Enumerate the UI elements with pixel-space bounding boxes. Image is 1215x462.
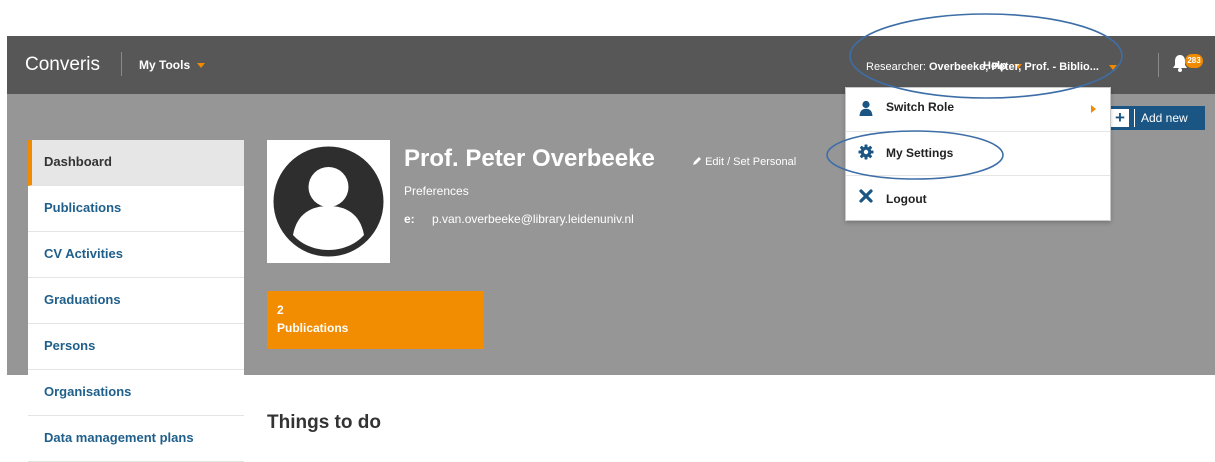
sidebar-item-persons[interactable]: Persons	[28, 324, 244, 370]
notification-badge[interactable]: 283	[1185, 54, 1203, 68]
publications-tile[interactable]: 2 Publications	[267, 291, 484, 349]
menu-item-my-settings[interactable]: My Settings	[846, 132, 1110, 176]
edit-personal-label: Edit / Set Personal	[705, 156, 797, 168]
header-divider	[1158, 53, 1159, 77]
pencil-icon	[693, 157, 701, 165]
app-logo[interactable]: Converis	[25, 54, 100, 76]
sidebar-item-cv-activities[interactable]: CV Activities	[28, 232, 244, 278]
publications-tile-label: Publications	[277, 321, 349, 335]
my-tools-label: My Tools	[139, 58, 191, 72]
role-menu-toggle[interactable]: Researcher: Overbeeke, Peter, Prof. - Bi…	[866, 61, 1117, 73]
gear-icon	[858, 144, 874, 160]
user-avatar-icon	[273, 146, 384, 257]
things-to-do-heading: Things to do	[267, 412, 381, 433]
chevron-down-icon	[197, 63, 206, 69]
researcher-prefix: Researcher:	[866, 61, 926, 73]
user-icon	[859, 100, 873, 116]
email-value[interactable]: p.van.overbeeke@library.leidenuniv.nl	[432, 212, 634, 226]
role-dropdown-menu: Switch Role My Settings Logout	[845, 87, 1111, 221]
brand-divider	[121, 52, 122, 76]
sidebar-item-dashboard[interactable]: Dashboard	[28, 140, 244, 186]
sidebar-item-graduations[interactable]: Graduations	[28, 278, 244, 324]
switch-role-label: Switch Role	[886, 100, 955, 114]
plus-icon: +	[1111, 109, 1129, 127]
menu-item-switch-role[interactable]: Switch Role	[846, 88, 1110, 132]
preferences-link[interactable]: Preferences	[404, 184, 469, 198]
researcher-name: Overbeeke, Peter, Prof. - Biblio...	[928, 61, 1099, 73]
sidebar-item-data-management-plans[interactable]: Data management plans	[28, 416, 244, 462]
sidebar: Dashboard Publications CV Activities Gra…	[28, 140, 244, 462]
sidebar-item-publications[interactable]: Publications	[28, 186, 244, 232]
add-new-label: Add new	[1141, 111, 1188, 125]
profile-name: Prof. Peter Overbeeke	[404, 145, 655, 172]
add-new-button[interactable]: + Add new	[1108, 106, 1205, 130]
publications-count: 2	[277, 303, 284, 317]
chevron-right-icon	[1091, 105, 1096, 113]
my-settings-label: My Settings	[886, 146, 954, 160]
edit-personal-link[interactable]: Edit / Set Personal	[692, 156, 796, 168]
chevron-down-icon	[1108, 64, 1117, 70]
my-tools-menu[interactable]: My Tools	[139, 58, 206, 72]
email-label: e:	[404, 212, 415, 226]
logout-label: Logout	[886, 192, 927, 206]
profile-avatar	[267, 140, 390, 263]
add-new-divider	[1134, 109, 1135, 127]
sidebar-item-organisations[interactable]: Organisations	[28, 370, 244, 416]
close-icon	[859, 189, 873, 203]
menu-item-logout[interactable]: Logout	[846, 176, 1110, 220]
